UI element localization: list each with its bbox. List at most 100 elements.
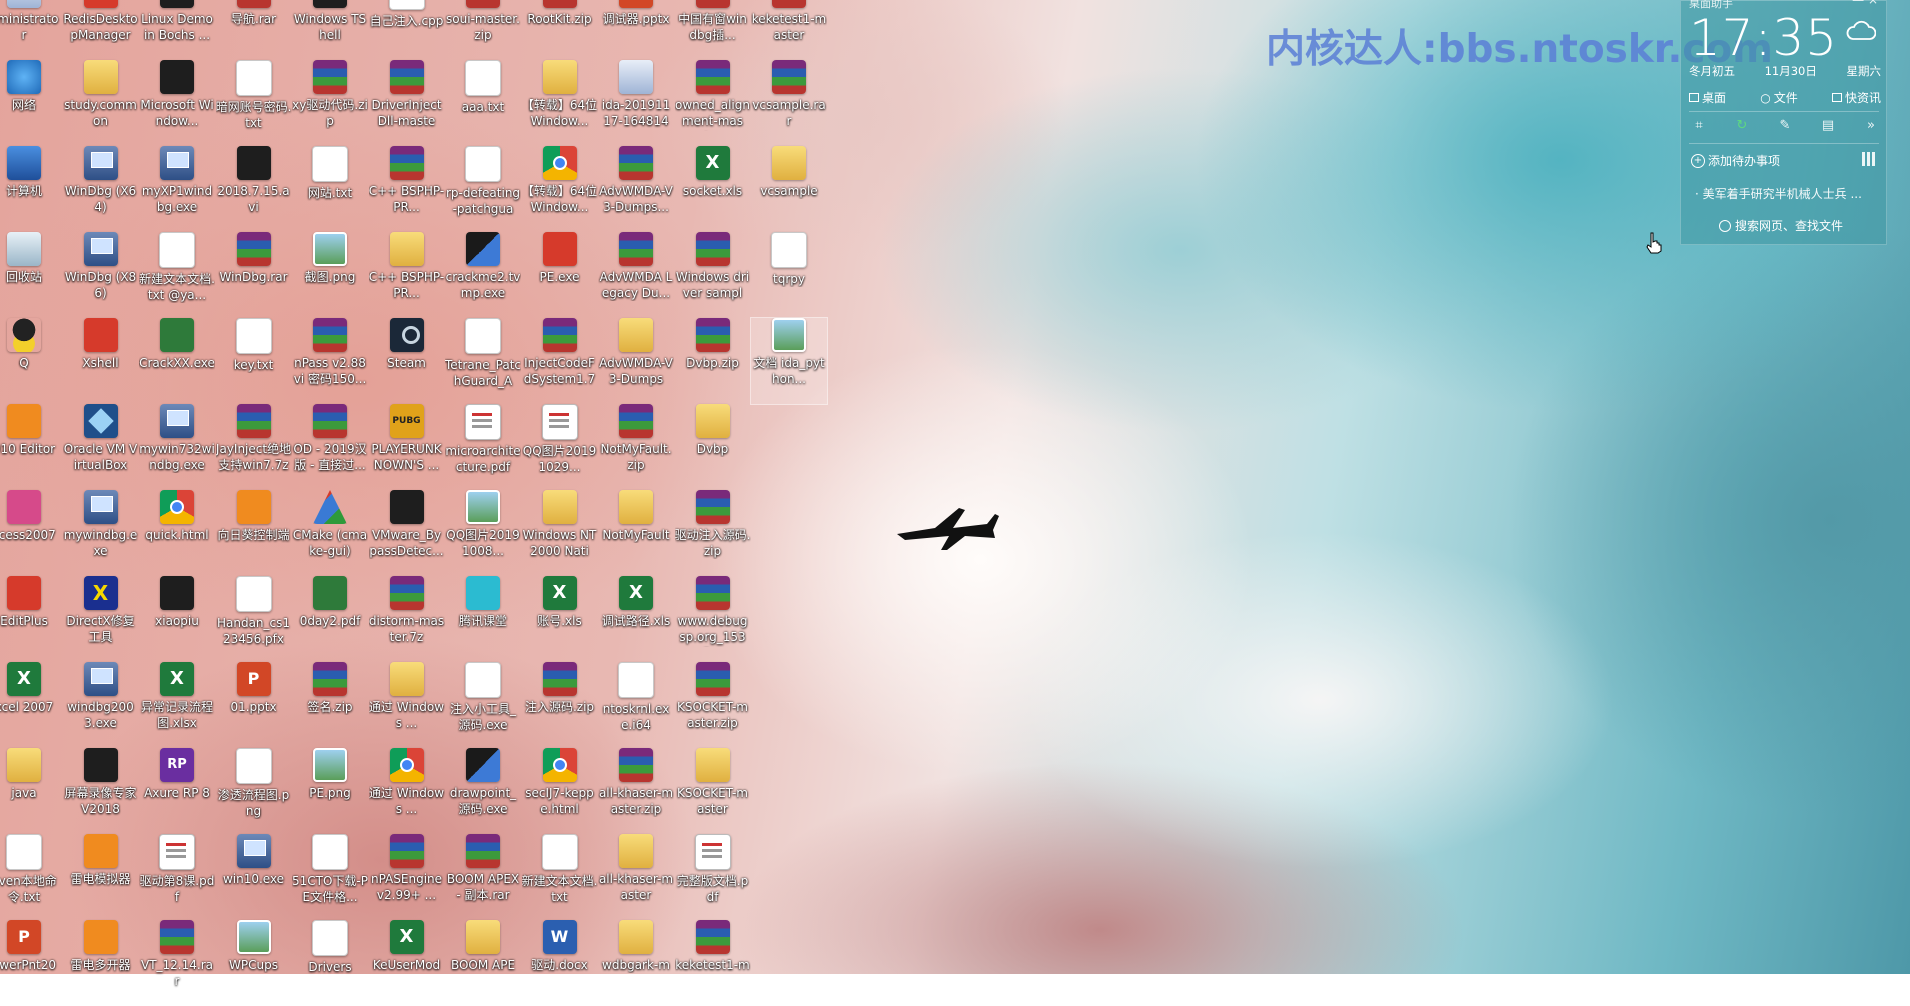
desktop-icon[interactable]: KSOCKET-master.zip: [675, 662, 751, 748]
qr-code-icon[interactable]: [1862, 152, 1876, 166]
desktop-icon[interactable]: 51CTO下载-PE文件格...: [292, 834, 368, 920]
desktop-icon[interactable]: PE.exe: [522, 232, 598, 318]
desktop-icon[interactable]: InjectCodeFdSystem1.7z: [522, 318, 598, 404]
desktop-icon[interactable]: 网络: [0, 60, 62, 146]
desktop-icon[interactable]: KSOCKET-master: [675, 748, 751, 834]
desktop-icon[interactable]: wdbgark-m: [598, 920, 674, 1006]
add-todo-button[interactable]: + 添加待办事项: [1691, 152, 1780, 169]
desktop-icon[interactable]: 腾讯课堂: [445, 576, 521, 662]
desktop-icon[interactable]: NotMyFault: [598, 490, 674, 576]
desktop-icon[interactable]: Dvbp.zip: [675, 318, 751, 404]
desktop-icon[interactable]: Microsoft Window...: [139, 60, 215, 146]
desktop-icon[interactable]: www.debugsp.org_1533...: [675, 576, 751, 662]
desktop-icon[interactable]: Axure RP 8: [139, 748, 215, 834]
desktop-icon[interactable]: 中国有窗windbg插...: [675, 0, 751, 60]
desktop-icon[interactable]: distorm-master.7z: [369, 576, 445, 662]
refresh-icon[interactable]: ↻: [1734, 119, 1750, 133]
desktop-icon[interactable]: ida-20191117-164814-...: [598, 60, 674, 146]
desktop-icon[interactable]: 文档 ida_python...: [750, 317, 828, 405]
desktop-icon[interactable]: DirectX修复工具: [63, 576, 139, 662]
desktop-icon[interactable]: microarchitecture.pdf: [445, 404, 521, 490]
desktop-icon[interactable]: 调试器.pptx: [598, 0, 674, 60]
desktop-icon[interactable]: 暗网账号密码.txt: [216, 60, 292, 146]
desktop-icon[interactable]: 计算机: [0, 146, 62, 232]
desktop-icon[interactable]: VMware_BypassDetec...: [369, 490, 445, 576]
expand-icon[interactable]: »: [1863, 119, 1879, 133]
desktop-icon[interactable]: Dvbp: [675, 404, 751, 490]
desktop-icon[interactable]: 新建文本文档.txt @ya...: [139, 232, 215, 318]
desktop-icon[interactable]: AdvWMDA-V3-Dumps...: [598, 146, 674, 232]
tab-desktop[interactable]: 桌面: [1689, 89, 1726, 106]
desktop-icon[interactable]: 完整版文档.pdf: [675, 834, 751, 920]
desktop-icon[interactable]: EditPlus: [0, 576, 62, 662]
desktop-icon[interactable]: WinDbg (X86): [63, 232, 139, 318]
desktop-assistant-widget[interactable]: 桌面助手 — × 17:35 冬月初五 11月30日 星期六 桌面 ○ 文件 快资…: [1680, 0, 1887, 245]
desktop-icon[interactable]: 雷电多开器: [63, 920, 139, 1006]
desktop-icon[interactable]: 导航.rar: [216, 0, 292, 60]
desktop-icon[interactable]: soui-master.zip: [445, 0, 521, 60]
desktop-icon[interactable]: java: [0, 748, 62, 834]
desktop-icon[interactable]: PE.png: [292, 748, 368, 834]
desktop-icon[interactable]: 注入小工具_源码.exe: [445, 662, 521, 748]
desktop-icon[interactable]: Tetrane_PatchGuard_An...: [445, 318, 521, 404]
desktop-icon[interactable]: all-khaser-master: [598, 834, 674, 920]
desktop-icon[interactable]: socket.xls: [675, 146, 751, 232]
desktop-icon[interactable]: VT_12.14.rar: [139, 920, 215, 1006]
desktop-icon[interactable]: rp-defeating-patchguar...: [445, 146, 521, 232]
desktop-icon[interactable]: 驱动第8课.pdf: [139, 834, 215, 920]
desktop-icon[interactable]: 截图.png: [292, 232, 368, 318]
desktop-icon[interactable]: AdvWMDA-V3-Dumps: [598, 318, 674, 404]
desktop-icon[interactable]: 签名.zip: [292, 662, 368, 748]
desktop-icon[interactable]: study.common: [63, 60, 139, 146]
desktop-icon[interactable]: owned_alignment-mast...: [675, 60, 751, 146]
desktop-icon[interactable]: quick.html: [139, 490, 215, 576]
news-headline[interactable]: · 美军着手研究半机械人士兵 ...: [1695, 185, 1862, 202]
desktop-icon[interactable]: QQ图片20191029...: [522, 404, 598, 490]
desktop-icon[interactable]: 【转载】64位 Window...: [522, 146, 598, 232]
desktop-icon[interactable]: xy驱动代码.zip: [292, 60, 368, 146]
desktop-icon[interactable]: windbg2003.exe: [63, 662, 139, 748]
desktop-icon[interactable]: xiaopiu: [139, 576, 215, 662]
desktop-icon[interactable]: key.txt: [216, 318, 292, 404]
desktop-icon[interactable]: ccess2007: [0, 490, 62, 576]
desktop-icon[interactable]: 通过 Windows ...: [369, 662, 445, 748]
desktop-icon[interactable]: 注入源码.zip: [522, 662, 598, 748]
desktop-icon[interactable]: WinDbg (X64): [63, 146, 139, 232]
desktop-icon[interactable]: CrackXX.exe: [139, 318, 215, 404]
desktop-icon[interactable]: win10.exe: [216, 834, 292, 920]
desktop-icon[interactable]: 自己注入.cpp: [369, 0, 445, 60]
desktop-icon[interactable]: AdvWMDA Legacy Du...: [598, 232, 674, 318]
desktop-icon[interactable]: ntoskrnl.exe.i64: [598, 662, 674, 748]
desktop-icon[interactable]: Linux Demo in Bochs ...: [139, 0, 215, 60]
desktop-icon[interactable]: keketest1-m: [675, 920, 751, 1006]
desktop-icon[interactable]: WPCups: [216, 920, 292, 1006]
desktop-icon[interactable]: CMake (cmake-gui): [292, 490, 368, 576]
desktop-icon[interactable]: Xshell: [63, 318, 139, 404]
desktop-icon[interactable]: 01.pptx: [216, 662, 292, 748]
desktop-icon[interactable]: crackme2.tvmp.exe: [445, 232, 521, 318]
desktop-icon[interactable]: 屏幕录像专家V2018: [63, 748, 139, 834]
web-search-button[interactable]: 搜索网页、查找文件: [1719, 217, 1843, 234]
desktop-icon[interactable]: drawpoint_源码.exe: [445, 748, 521, 834]
desktop-icon[interactable]: 2018.7.15.avi: [216, 146, 292, 232]
desktop-icon[interactable]: Drivers: [292, 920, 368, 1006]
desktop-icon[interactable]: 网站.txt: [292, 146, 368, 232]
desktop-icon[interactable]: OD - 2019汉版 - 直接过...: [292, 404, 368, 490]
desktop-icon[interactable]: 通过 Windows ...: [369, 748, 445, 834]
desktop-icon[interactable]: PLAYERUNKNOWN'S ...: [369, 404, 445, 490]
tab-files[interactable]: ○ 文件: [1760, 89, 1798, 106]
desktop-icon[interactable]: 【转载】64位 Window...: [522, 60, 598, 146]
desktop-icon[interactable]: vcsample: [751, 146, 827, 232]
desktop-icon[interactable]: 异常记录流程图.xlsx: [139, 662, 215, 748]
desktop-icon[interactable]: BOOM APEX - 副本.rar: [445, 834, 521, 920]
desktop-icon[interactable]: RedisDesktopManager: [63, 0, 139, 60]
desktop-icon[interactable]: C++ BSPHP-PR...: [369, 232, 445, 318]
crop-icon[interactable]: ⌗: [1691, 119, 1707, 133]
desktop-icon[interactable]: xcel 2007: [0, 662, 62, 748]
desktop-icon[interactable]: mywindbg.exe: [63, 490, 139, 576]
list-icon[interactable]: ▤: [1820, 119, 1836, 133]
desktop-icon[interactable]: Windows NT 2000 Nativ...: [522, 490, 598, 576]
desktop-icon[interactable]: JayInject绝地支持win7.7z: [216, 404, 292, 490]
desktop-icon[interactable]: C++ BSPHP-PR...: [369, 146, 445, 232]
desktop-icon[interactable]: nPASEngine v2.99+ ...: [369, 834, 445, 920]
